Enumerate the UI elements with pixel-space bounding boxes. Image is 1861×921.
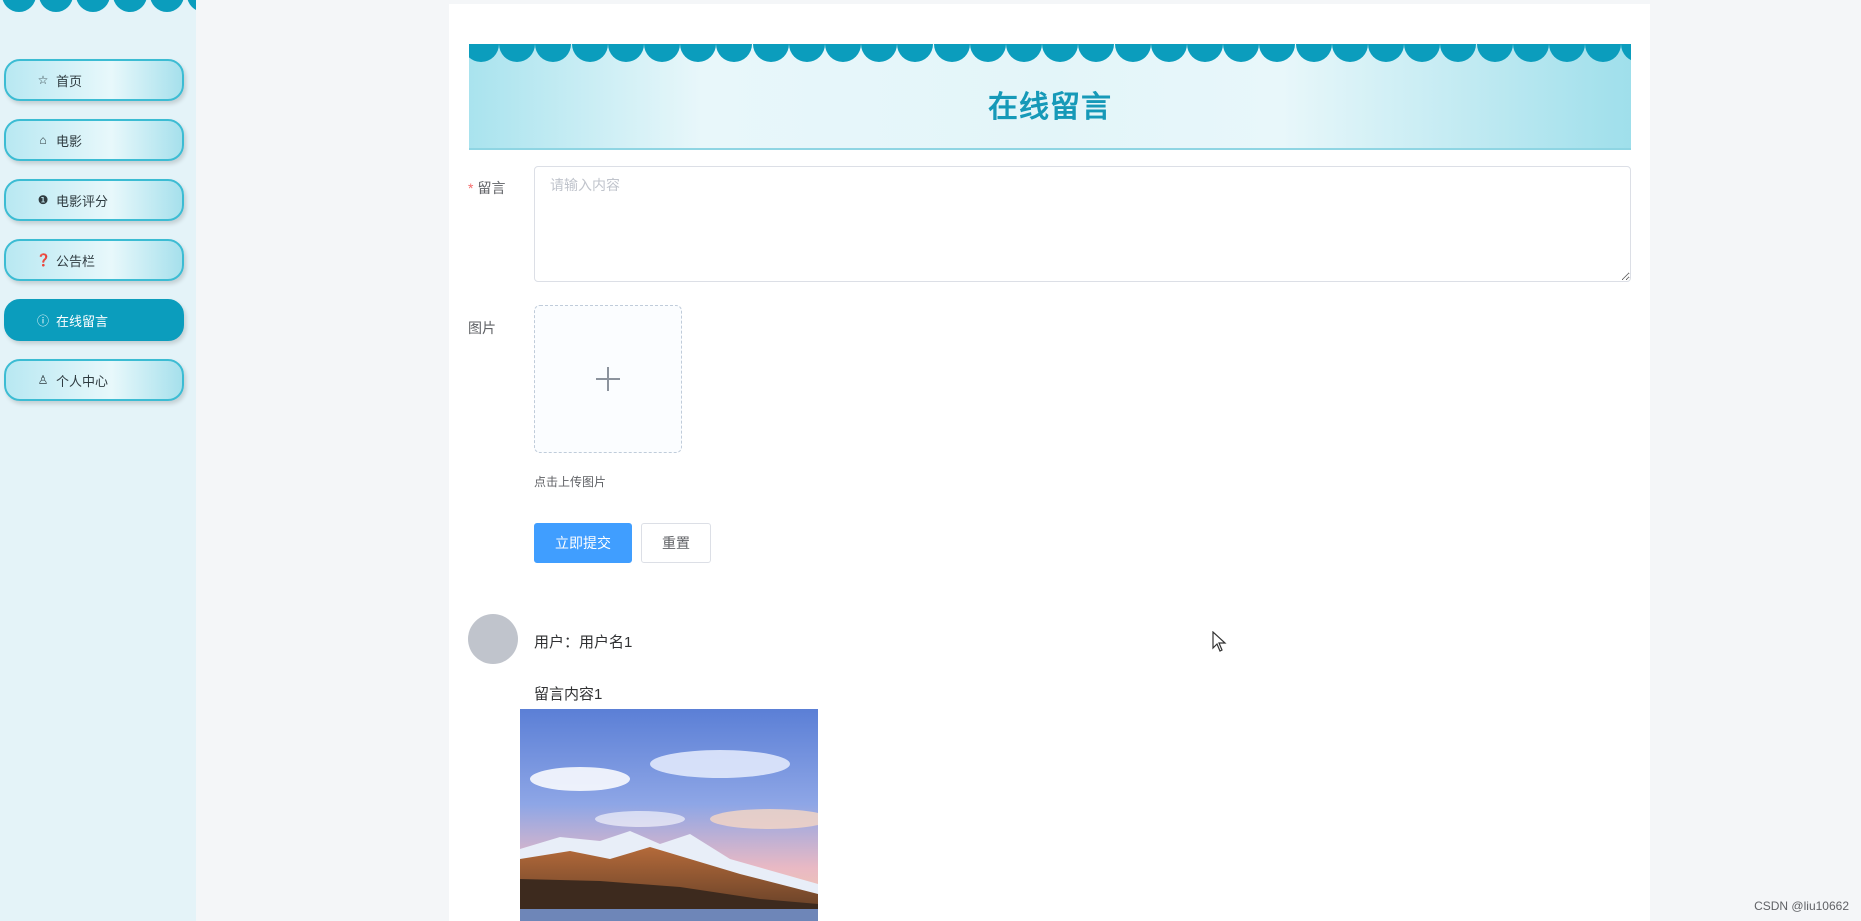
banner-scallop xyxy=(680,44,717,62)
reset-button[interactable]: 重置 xyxy=(641,523,711,563)
sidebar-item-notice-board[interactable]: ❓ 公告栏 xyxy=(4,239,184,281)
image-upload-area[interactable] xyxy=(534,305,682,453)
banner-scallop xyxy=(1368,44,1404,62)
banner-scallop xyxy=(1295,44,1332,62)
sidebar-scallop-decoration xyxy=(0,0,196,14)
upload-hint: 点击上传图片 xyxy=(534,475,607,489)
avatar xyxy=(468,614,518,664)
sidebar-item-label: 电影评分 xyxy=(56,193,109,209)
banner-scallop xyxy=(607,44,644,62)
question-circle-icon: ❓ xyxy=(36,253,51,267)
banner-scallop xyxy=(1042,44,1079,62)
sidebar: ☆ 首页 ⌂ 电影 ❶ 电影评分 ❓ 公告栏 ⓘ 在线留言 ♙ 个人中心 xyxy=(0,0,196,921)
message-username: 用户：用户名1 xyxy=(534,634,633,651)
sidebar-item-home[interactable]: ☆ 首页 xyxy=(4,59,184,101)
message-image[interactable] xyxy=(520,709,818,921)
banner-scallop xyxy=(1512,44,1549,62)
banner-scallop xyxy=(788,44,825,62)
banner-scallop xyxy=(1440,44,1477,62)
banner-scallop xyxy=(897,44,934,62)
banner-scallop xyxy=(1223,44,1260,62)
sidebar-item-online-message[interactable]: ⓘ 在线留言 xyxy=(4,299,184,341)
banner-scallop xyxy=(499,44,536,62)
sidebar-item-label: 首页 xyxy=(56,73,83,89)
banner-scallop xyxy=(571,44,608,62)
bag-icon: ⌂ xyxy=(39,133,47,147)
banner-scallop xyxy=(1331,44,1368,62)
message-textarea[interactable] xyxy=(534,166,1631,282)
sidebar-item-label: 电影 xyxy=(56,133,83,149)
sidebar-item-movies[interactable]: ⌂ 电影 xyxy=(4,119,184,161)
banner-scallop xyxy=(1585,44,1622,62)
sidebar-item-label: 在线留言 xyxy=(56,313,109,329)
sidebar-item-profile[interactable]: ♙ 个人中心 xyxy=(4,359,184,401)
main-card: 在线留言 *留言 图片 点击上传图片 立即提交 重置 用户：用户名1 留言内容1 xyxy=(449,4,1650,921)
banner-scallop xyxy=(1476,44,1513,62)
banner-scallop xyxy=(1006,44,1042,62)
sidebar-item-label: 公告栏 xyxy=(56,253,96,269)
banner-scallop xyxy=(825,44,861,62)
star-icon: ☆ xyxy=(37,73,49,87)
banner-scallop xyxy=(1150,44,1187,62)
mouse-cursor-icon xyxy=(1212,631,1227,652)
alert-circle-icon: ❶ xyxy=(37,193,49,207)
page-title: 在线留言 xyxy=(988,91,1112,124)
sidebar-item-movie-ratings[interactable]: ❶ 电影评分 xyxy=(4,179,184,221)
image-label: 图片 xyxy=(468,320,496,336)
plus-icon xyxy=(596,367,620,391)
message-content: 留言内容1 xyxy=(534,686,603,703)
banner-scallop xyxy=(1114,44,1151,62)
sidebar-item-label: 个人中心 xyxy=(56,373,109,389)
banner-scallop xyxy=(1549,44,1585,62)
message-label: * 留言 xyxy=(468,180,506,196)
banner-scallop xyxy=(469,44,499,62)
banner-scallop xyxy=(752,44,789,62)
banner-scallop xyxy=(644,44,680,62)
banner-scallop xyxy=(716,44,753,62)
banner-scallop xyxy=(1404,44,1441,62)
required-mark: * xyxy=(468,180,474,196)
info-circle-icon: ⓘ xyxy=(36,313,49,328)
banner-scallop xyxy=(861,44,898,62)
banner-scallop xyxy=(1259,44,1296,62)
landscape-image xyxy=(520,709,818,921)
banner-scallop xyxy=(1621,44,1631,62)
banner-scallop xyxy=(1078,44,1115,62)
user-icon: ♙ xyxy=(37,373,49,387)
banner-scallop xyxy=(1187,44,1223,62)
banner-scallop xyxy=(969,44,1006,62)
submit-button[interactable]: 立即提交 xyxy=(534,523,632,563)
page-banner: 在线留言 xyxy=(469,44,1631,150)
watermark: CSDN @liu10662 xyxy=(1754,899,1849,913)
banner-scallop xyxy=(933,44,970,62)
banner-scallop xyxy=(535,44,572,62)
